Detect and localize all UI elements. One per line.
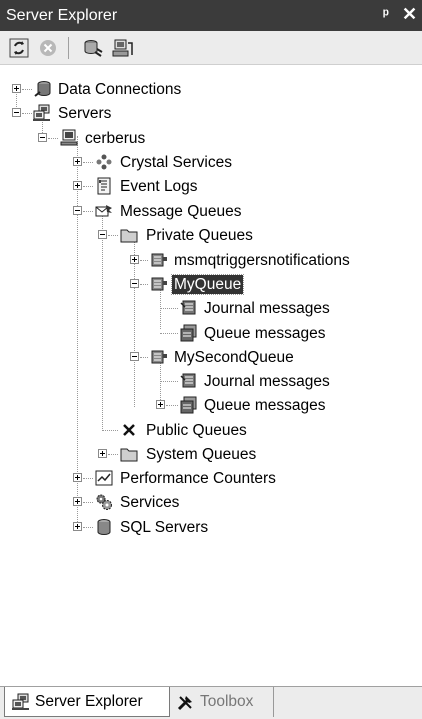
connect-to-database-icon[interactable] [82,37,104,59]
tree-item-cerberus[interactable]: cerberus [0,127,422,151]
stop-icon[interactable] [37,37,59,59]
toolbar [0,31,422,65]
event-log-icon [97,177,111,195]
toolbox-icon [177,696,192,711]
unavailable-x-icon [123,424,135,436]
window-title: Server Explorer [6,7,118,24]
gears-icon [96,494,112,510]
tree-item-msmqtriggersnotifications[interactable]: msmqtriggersnotifications [0,249,422,273]
expand-icon[interactable] [73,497,82,506]
expand-icon[interactable] [156,400,165,409]
tree-item-mysecondqueue-journal-messages[interactable]: Journal messages [0,370,422,394]
tree-item-label: Private Queues [146,227,253,244]
tree-item-servers[interactable]: Servers [0,102,422,126]
tree-item-label: Journal messages [204,373,330,390]
servers-icon [33,104,50,121]
expand-icon[interactable] [130,255,139,264]
tree-item-label: cerberus [85,130,146,147]
close-icon[interactable]: ✕ [402,4,417,25]
expand-icon[interactable] [98,449,107,458]
tree-item-private-queues[interactable]: Private Queues [0,224,422,248]
tree-item-label: Services [120,494,180,511]
collapse-icon[interactable] [12,108,21,117]
pin-icon[interactable]: ᵖ [383,6,389,23]
sql-server-icon [97,519,111,536]
tree-item-performance-counters[interactable]: Performance Counters [0,467,422,491]
tab-server-explorer[interactable]: Server Explorer [4,687,170,717]
tab-label: Toolbox [200,693,254,710]
tree-item-label: Event Logs [120,178,198,195]
tree-item-public-queues[interactable]: Public Queues [0,419,422,443]
tree-item-label: Crystal Services [120,154,232,171]
tree-item-sql-servers[interactable]: SQL Servers [0,516,422,540]
folder-icon [120,448,138,462]
toolbar-separator [68,37,69,59]
tree-item-system-queues[interactable]: System Queues [0,443,422,467]
tree-item-myqueue[interactable]: MyQueue [0,273,422,297]
refresh-icon[interactable] [8,37,30,59]
servers-icon [12,693,29,710]
queue-icon [151,350,167,364]
tree-item-data-connections[interactable]: Data Connections [0,78,422,102]
tree-item-label: MySecondQueue [174,349,294,366]
tab-toolbox[interactable]: Toolbox [170,687,274,717]
expand-icon[interactable] [73,181,82,190]
tree-item-label: Queue messages [204,325,326,342]
tree-item-crystal-services[interactable]: Crystal Services [0,151,422,175]
collapse-icon[interactable] [38,133,47,142]
collapse-icon[interactable] [130,279,139,288]
title-bar: Server Explorer ᵖ ✕ [0,0,422,31]
queue-messages-icon [180,396,197,414]
performance-chart-icon [95,470,113,486]
message-queue-icon [95,205,112,217]
tree-item-mysecondqueue-queue-messages[interactable]: Queue messages [0,394,422,418]
tree-item-label: System Queues [146,446,257,463]
expand-icon[interactable] [12,84,21,93]
expand-icon[interactable] [73,157,82,166]
tree-item-myqueue-queue-messages[interactable]: Queue messages [0,322,422,346]
tree-item-services[interactable]: Services [0,491,422,515]
queue-icon [151,253,167,267]
tree-item-label: SQL Servers [120,519,209,536]
tree-item-message-queues[interactable]: Message Queues [0,200,422,224]
tree-item-label: Servers [58,105,112,122]
collapse-icon[interactable] [73,206,82,215]
tree-item-label: Journal messages [204,300,330,317]
tool-window-tabs: Server Explorer Toolbox [0,686,422,719]
tree-item-label: Queue messages [204,397,326,414]
tree-item-label: Data Connections [58,81,182,98]
database-icon [34,81,51,97]
journal-messages-icon [180,373,196,388]
tree-item-label: Performance Counters [120,470,276,487]
tree-item-myqueue-journal-messages[interactable]: Journal messages [0,297,422,321]
expand-icon[interactable] [73,473,82,482]
crystal-services-icon [96,154,112,170]
expand-icon[interactable] [73,522,82,531]
tree-item-mysecondqueue[interactable]: MySecondQueue [0,346,422,370]
queue-messages-icon [180,324,197,342]
tree-item-event-logs[interactable]: Event Logs [0,175,422,199]
server-tree: Data Connections Servers cerberus Crysta… [0,66,422,686]
tree-item-label-selected: MyQueue [170,274,245,295]
collapse-icon[interactable] [98,230,107,239]
tree-item-label: Message Queues [120,203,242,220]
folder-icon [120,229,138,243]
connect-to-server-icon[interactable] [112,37,134,59]
tab-label: Server Explorer [35,693,143,710]
tree-item-label: Public Queues [146,422,247,439]
queue-icon [151,277,167,291]
tree-item-label: msmqtriggersnotifications [174,252,350,269]
journal-messages-icon [180,300,196,315]
computer-icon [60,129,78,146]
collapse-icon[interactable] [130,352,139,361]
